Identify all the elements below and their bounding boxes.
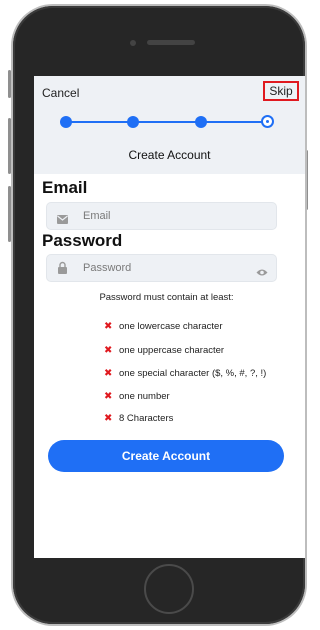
password-label: Password xyxy=(42,231,123,250)
create-account-button[interactable]: Create Account xyxy=(48,440,284,472)
skip-button[interactable]: Skip xyxy=(263,81,299,101)
requirement-item: ✖ one special character ($, %, #, ?, !) xyxy=(104,368,266,379)
side-button-left-3 xyxy=(8,186,11,242)
x-mark-icon: ✖ xyxy=(104,345,113,356)
step-4-indicator xyxy=(261,115,274,128)
step-1-indicator xyxy=(60,116,72,128)
envelope-icon xyxy=(57,211,68,229)
requirement-text: one special character ($, %, #, ?, !) xyxy=(119,368,267,379)
x-mark-icon: ✖ xyxy=(104,321,113,332)
requirement-text: one uppercase character xyxy=(119,345,225,356)
cancel-button[interactable]: Cancel xyxy=(42,86,79,100)
password-input[interactable] xyxy=(83,255,243,281)
step-2-indicator xyxy=(127,116,139,128)
requirement-item: ✖ one lowercase character xyxy=(104,321,223,332)
email-input[interactable] xyxy=(83,203,243,229)
password-requirements-heading: Password must contain at least: xyxy=(99,292,234,303)
home-button[interactable] xyxy=(144,564,194,614)
email-field[interactable] xyxy=(46,202,277,230)
side-button-left-1 xyxy=(8,70,11,98)
side-button-right xyxy=(305,150,308,210)
x-mark-icon: ✖ xyxy=(104,391,113,402)
front-camera xyxy=(130,40,136,46)
step-3-indicator xyxy=(195,116,207,128)
app-screen: Cancel Skip Create Account Email Passwor… xyxy=(34,76,305,558)
requirement-item: ✖ one number xyxy=(104,391,170,402)
page-title: Create Account xyxy=(128,148,211,162)
speaker-grille xyxy=(147,40,195,45)
x-mark-icon: ✖ xyxy=(104,413,113,424)
requirement-item: ✖ 8 Characters xyxy=(104,413,173,424)
header-bar: Cancel Skip Create Account xyxy=(34,76,305,174)
requirement-text: one number xyxy=(119,391,170,402)
requirement-text: 8 Characters xyxy=(119,413,174,424)
requirement-text: one lowercase character xyxy=(119,321,223,332)
side-button-left-2 xyxy=(8,118,11,174)
eye-icon[interactable] xyxy=(256,264,268,282)
x-mark-icon: ✖ xyxy=(104,368,113,379)
lock-icon xyxy=(58,261,67,279)
email-label: Email xyxy=(42,178,88,197)
progress-line xyxy=(66,121,266,123)
password-field[interactable] xyxy=(46,254,277,282)
requirement-item: ✖ one uppercase character xyxy=(104,345,224,356)
